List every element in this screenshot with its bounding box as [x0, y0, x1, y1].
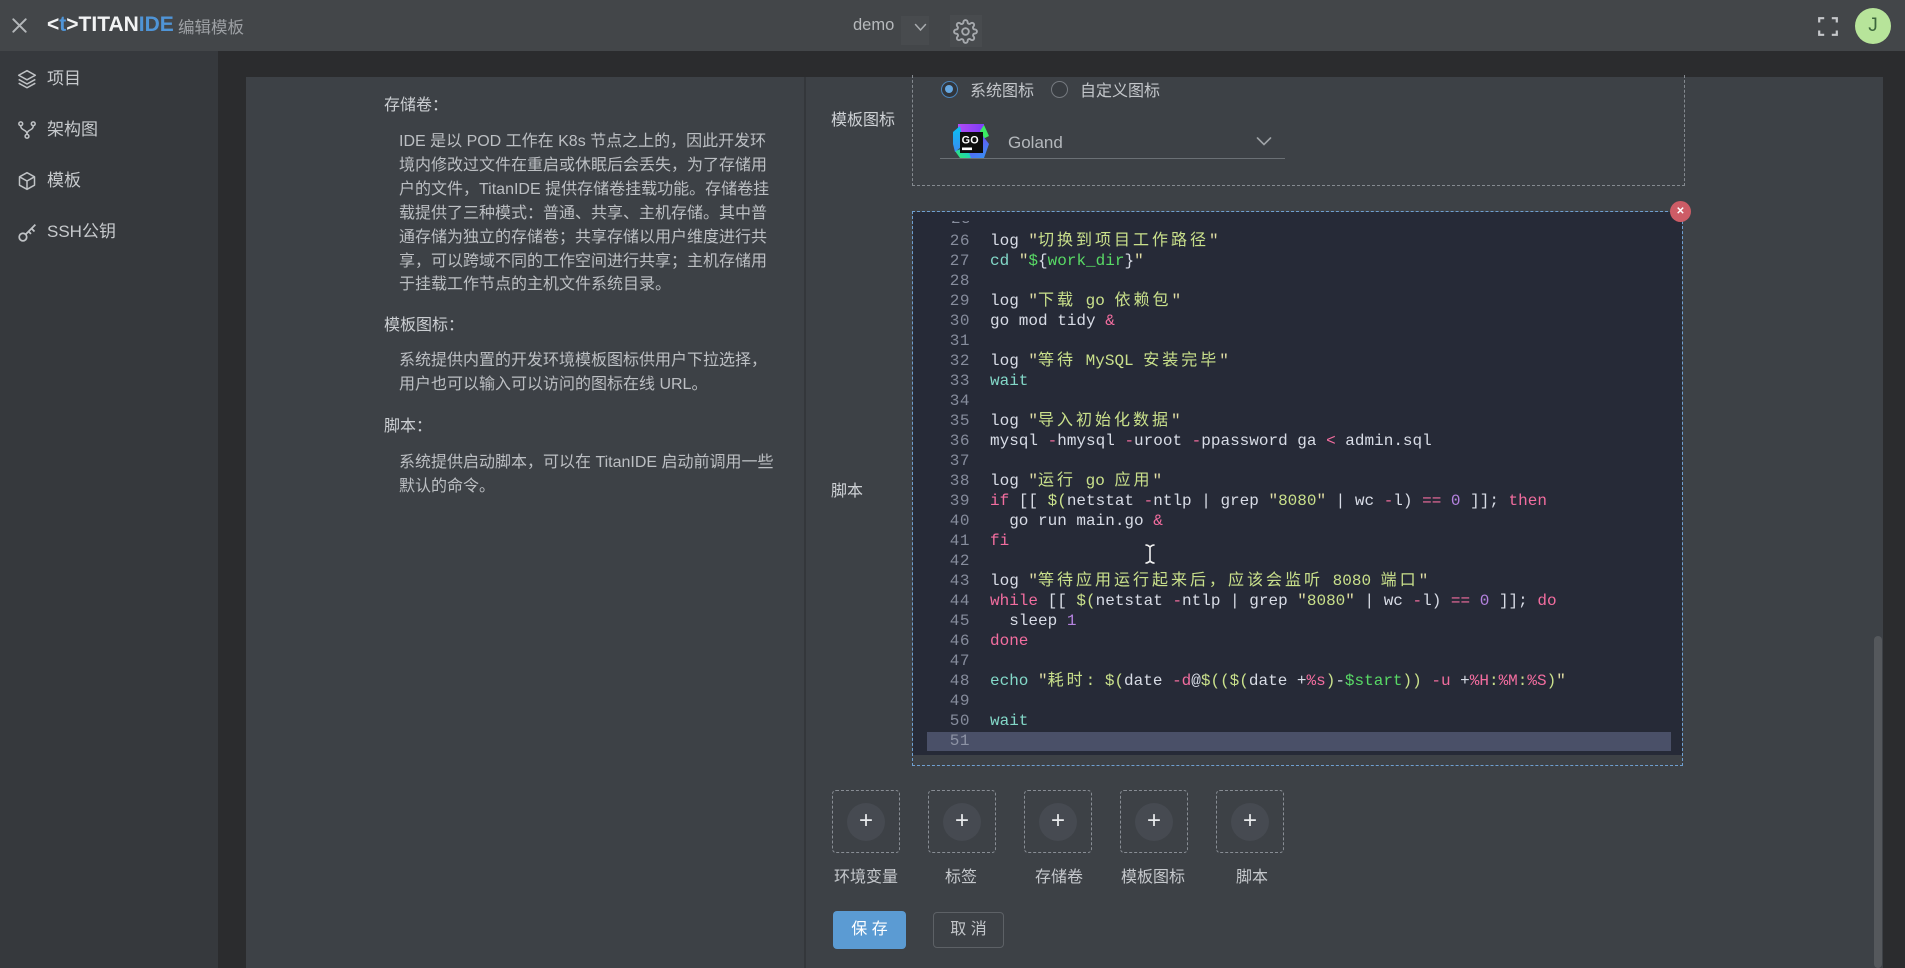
svg-text:GO: GO [962, 134, 979, 146]
